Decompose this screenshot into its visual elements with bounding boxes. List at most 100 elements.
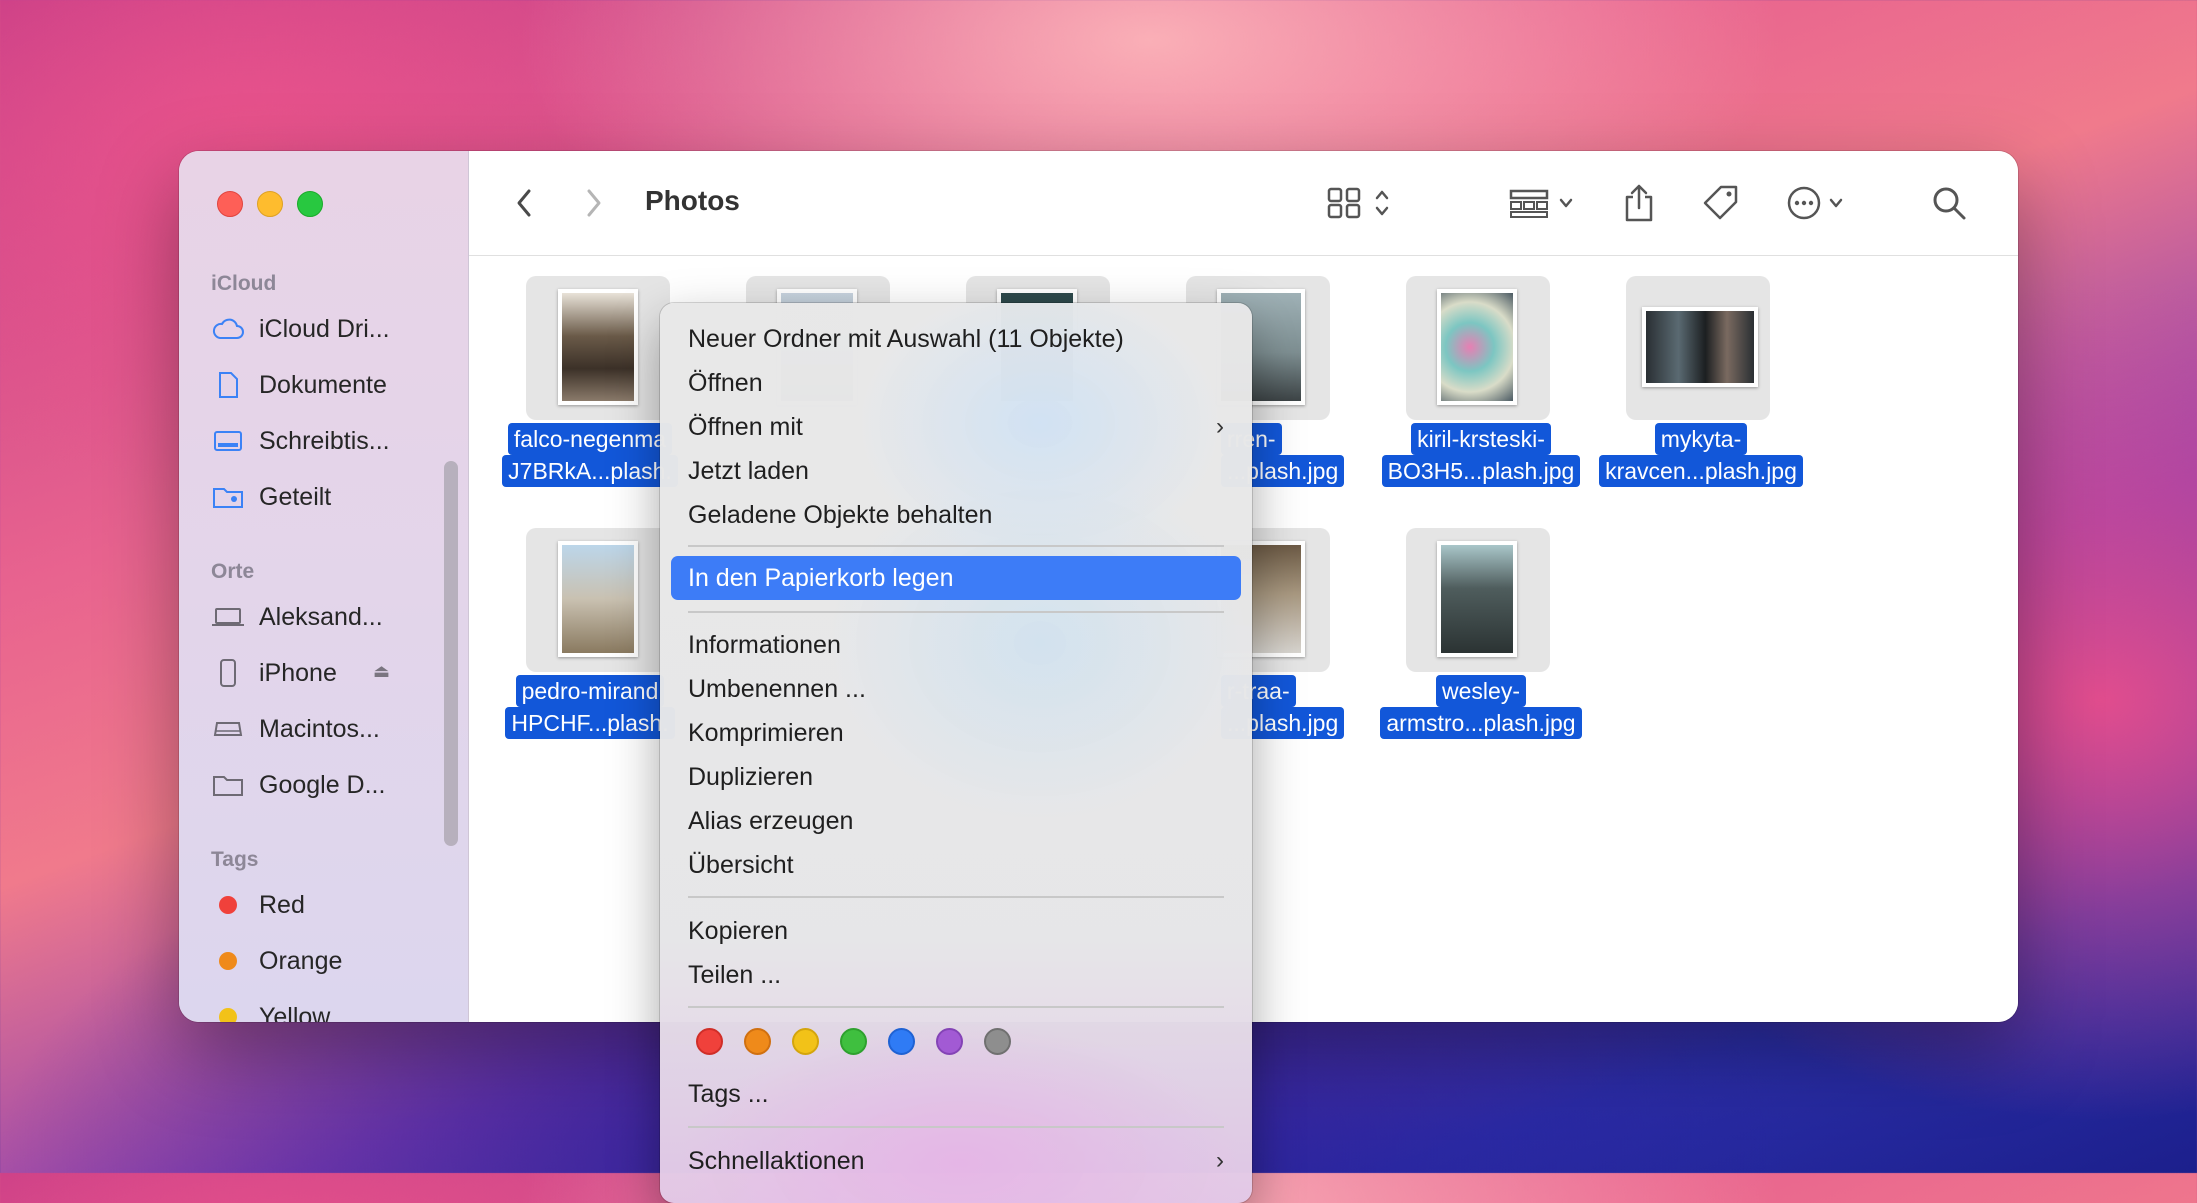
disk-icon	[211, 715, 245, 743]
menu-separator	[688, 1006, 1224, 1008]
menu-item-keep-downloaded[interactable]: Geladene Objekte behalten	[688, 495, 1224, 535]
sidebar-item-macintosh-hd[interactable]: Macintos...	[211, 709, 380, 749]
menu-item-new-folder-with-selection[interactable]: Neuer Ordner mit Auswahl (11 Objekte)	[688, 319, 1224, 359]
menu-item-label: Informationen	[688, 630, 841, 659]
sidebar-item-google-drive[interactable]: Google D...	[211, 765, 385, 805]
file-label: kiril-krsteski- BO3H5...plash.jpg	[1356, 423, 1606, 487]
menu-item-quick-look[interactable]: Übersicht	[688, 845, 1224, 885]
photo-thumbnail	[1437, 541, 1517, 657]
photo-thumbnail	[558, 289, 638, 405]
sidebar-item-label: Red	[259, 890, 305, 919]
zoom-button[interactable]	[297, 191, 323, 217]
orange-tag-circle-icon[interactable]	[744, 1028, 771, 1055]
menu-separator	[688, 1126, 1224, 1128]
menu-separator	[688, 611, 1224, 613]
tag-icon[interactable]	[1699, 181, 1743, 225]
folder-icon	[211, 771, 245, 799]
sidebar-item-documents[interactable]: Dokumente	[211, 365, 387, 405]
green-tag-circle-icon[interactable]	[840, 1028, 867, 1055]
menu-item-copy[interactable]: Kopieren	[688, 911, 1224, 951]
laptop-icon	[211, 603, 245, 631]
sidebar-item-tag-orange[interactable]: Orange	[211, 941, 342, 981]
group-icon[interactable]	[1509, 181, 1589, 225]
shared-folder-icon	[211, 483, 245, 511]
gray-tag-circle-icon[interactable]	[984, 1028, 1011, 1055]
toolbar: Photos	[469, 151, 2018, 256]
sidebar-item-label: Schreibtis...	[259, 426, 390, 455]
eject-icon[interactable]: ⏏	[373, 661, 390, 682]
grid-view-icon[interactable]	[1325, 181, 1405, 225]
menu-item-label: Jetzt laden	[688, 456, 809, 485]
chevron-right-icon: ›	[1216, 413, 1224, 440]
sidebar-item-label: Geteilt	[259, 482, 332, 511]
file-label-line: falco-negenma	[507, 423, 673, 455]
red-tag-dot-icon	[219, 896, 237, 914]
purple-tag-circle-icon[interactable]	[936, 1028, 963, 1055]
blue-tag-circle-icon[interactable]	[888, 1028, 915, 1055]
menu-item-move-to-trash[interactable]: In den Papierkorb legen	[671, 556, 1241, 600]
menu-item-label: Öffnen mit	[688, 412, 803, 441]
menu-item-duplicate[interactable]: Duplizieren	[688, 757, 1224, 797]
menu-item-download-now[interactable]: Jetzt laden	[688, 451, 1224, 491]
menu-item-label: Tags ...	[688, 1079, 769, 1108]
menu-item-tags[interactable]: Tags ...	[688, 1074, 1224, 1114]
file-label: mykyta- kravcen...plash.jpg	[1576, 423, 1826, 487]
tag-color-picker	[696, 1028, 1011, 1055]
search-icon[interactable]	[1929, 181, 1969, 225]
menu-item-label: Teilen ...	[688, 960, 782, 989]
sidebar-item-label: Aleksand...	[259, 602, 383, 631]
minimize-button[interactable]	[257, 191, 283, 217]
photo-thumbnail	[1642, 307, 1758, 387]
sidebar: iCloud iCloud Dri... Dokumente Schreibti…	[179, 151, 469, 1022]
sidebar-scrollbar[interactable]	[444, 461, 458, 846]
menu-item-make-alias[interactable]: Alias erzeugen	[688, 801, 1224, 841]
desktop-icon	[211, 427, 245, 455]
window-controls	[217, 191, 323, 217]
sidebar-item-tag-yellow[interactable]: Yellow	[211, 997, 330, 1022]
file-label-line: BO3H5...plash.jpg	[1381, 455, 1581, 487]
context-menu: Neuer Ordner mit Auswahl (11 Objekte) Öf…	[660, 303, 1252, 1203]
sidebar-item-tag-red[interactable]: Red	[211, 885, 305, 925]
sidebar-item-label: Yellow	[259, 1002, 331, 1023]
orange-tag-dot-icon	[219, 952, 237, 970]
red-tag-circle-icon[interactable]	[696, 1028, 723, 1055]
close-button[interactable]	[217, 191, 243, 217]
sidebar-item-macbook[interactable]: Aleksand...	[211, 597, 383, 637]
menu-item-label: Schnellaktionen	[688, 1146, 865, 1175]
file-label-line: HPCHF...plash.	[505, 707, 675, 739]
menu-item-get-info[interactable]: Informationen	[688, 625, 1224, 665]
file-label-line: kiril-krsteski-	[1411, 423, 1551, 455]
cloud-icon	[211, 315, 245, 343]
menu-separator	[688, 896, 1224, 898]
menu-item-compress[interactable]: Komprimieren	[688, 713, 1224, 753]
window-title: Photos	[645, 185, 740, 216]
sidebar-item-label: iCloud Dri...	[259, 314, 390, 343]
sidebar-item-desktop[interactable]: Schreibtis...	[211, 421, 390, 461]
iphone-icon	[211, 659, 245, 687]
file-label-line: J7BRkA...plash.	[502, 455, 678, 487]
chevron-left-icon[interactable]	[509, 181, 539, 225]
menu-item-open[interactable]: Öffnen	[688, 363, 1224, 403]
chevron-right-icon[interactable]	[579, 181, 609, 225]
photo-thumbnail	[558, 541, 638, 657]
menu-item-share[interactable]: Teilen ...	[688, 955, 1224, 995]
file-label-line: pedro-mirand	[515, 675, 665, 707]
yellow-tag-circle-icon[interactable]	[792, 1028, 819, 1055]
sidebar-item-shared[interactable]: Geteilt	[211, 477, 331, 517]
sidebar-item-iphone[interactable]: iPhone	[211, 653, 337, 693]
menu-separator	[688, 545, 1224, 547]
share-icon[interactable]	[1619, 181, 1659, 225]
menu-item-quick-actions[interactable]: Schnellaktionen ›	[688, 1141, 1224, 1181]
sidebar-item-label: Orange	[259, 946, 343, 975]
menu-item-label: Neuer Ordner mit Auswahl (11 Objekte)	[688, 324, 1124, 353]
sidebar-item-label: Dokumente	[259, 370, 387, 399]
sidebar-item-label: iPhone	[259, 658, 337, 687]
more-icon[interactable]	[1784, 181, 1864, 225]
sidebar-item-icloud-drive[interactable]: iCloud Dri...	[211, 309, 390, 349]
sidebar-section-orte: Orte	[211, 560, 255, 583]
menu-item-open-with[interactable]: Öffnen mit ›	[688, 407, 1224, 447]
menu-item-label: Alias erzeugen	[688, 806, 854, 835]
menu-item-label: Umbenennen ...	[688, 674, 866, 703]
document-icon	[211, 371, 245, 399]
menu-item-rename[interactable]: Umbenennen ...	[688, 669, 1224, 709]
